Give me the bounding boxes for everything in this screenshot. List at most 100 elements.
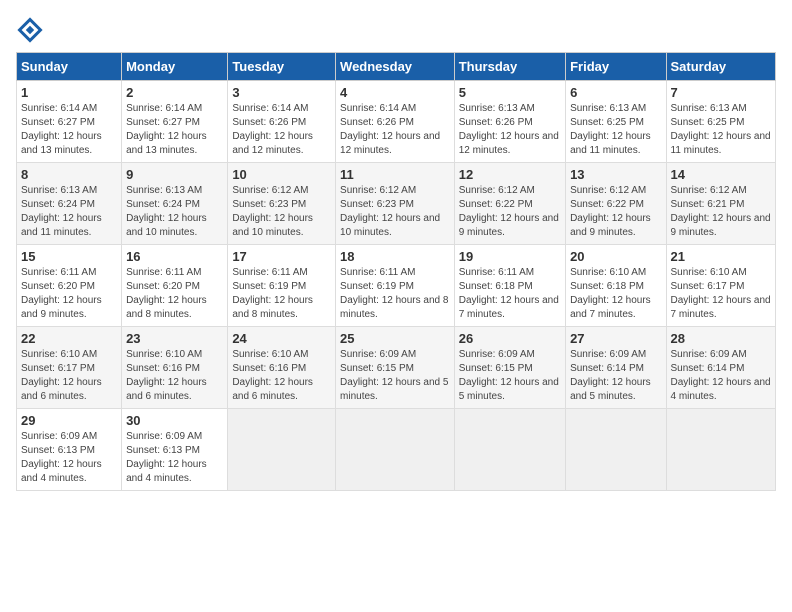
day-detail: Sunrise: 6:13 AMSunset: 6:24 PMDaylight:… bbox=[21, 185, 102, 238]
day-detail: Sunrise: 6:13 AMSunset: 6:24 PMDaylight:… bbox=[126, 185, 207, 238]
day-detail: Sunrise: 6:11 AMSunset: 6:20 PMDaylight:… bbox=[21, 267, 102, 320]
day-detail: Sunrise: 6:11 AMSunset: 6:19 PMDaylight:… bbox=[232, 267, 313, 320]
day-detail: Sunrise: 6:10 AMSunset: 6:17 PMDaylight:… bbox=[21, 349, 102, 402]
calendar-header-row: SundayMondayTuesdayWednesdayThursdayFrid… bbox=[17, 53, 776, 81]
day-detail: Sunrise: 6:10 AMSunset: 6:17 PMDaylight:… bbox=[671, 267, 771, 320]
header-tuesday: Tuesday bbox=[228, 53, 336, 81]
day-detail: Sunrise: 6:12 AMSunset: 6:23 PMDaylight:… bbox=[340, 185, 440, 238]
day-number: 5 bbox=[459, 85, 561, 100]
calendar-cell: 11 Sunrise: 6:12 AMSunset: 6:23 PMDaylig… bbox=[336, 163, 455, 245]
calendar-cell: 13 Sunrise: 6:12 AMSunset: 6:22 PMDaylig… bbox=[566, 163, 666, 245]
calendar-cell: 17 Sunrise: 6:11 AMSunset: 6:19 PMDaylig… bbox=[228, 245, 336, 327]
day-number: 7 bbox=[671, 85, 772, 100]
day-number: 21 bbox=[671, 249, 772, 264]
day-number: 27 bbox=[570, 331, 661, 346]
day-number: 29 bbox=[21, 413, 117, 428]
calendar-cell: 28 Sunrise: 6:09 AMSunset: 6:14 PMDaylig… bbox=[666, 327, 776, 409]
calendar-cell: 15 Sunrise: 6:11 AMSunset: 6:20 PMDaylig… bbox=[17, 245, 122, 327]
calendar-cell: 19 Sunrise: 6:11 AMSunset: 6:18 PMDaylig… bbox=[454, 245, 565, 327]
day-number: 6 bbox=[570, 85, 661, 100]
calendar-cell: 2 Sunrise: 6:14 AMSunset: 6:27 PMDayligh… bbox=[122, 81, 228, 163]
day-number: 19 bbox=[459, 249, 561, 264]
calendar-cell: 20 Sunrise: 6:10 AMSunset: 6:18 PMDaylig… bbox=[566, 245, 666, 327]
calendar-cell: 14 Sunrise: 6:12 AMSunset: 6:21 PMDaylig… bbox=[666, 163, 776, 245]
header-monday: Monday bbox=[122, 53, 228, 81]
logo-icon bbox=[16, 16, 44, 44]
calendar-cell: 7 Sunrise: 6:13 AMSunset: 6:25 PMDayligh… bbox=[666, 81, 776, 163]
day-number: 16 bbox=[126, 249, 223, 264]
header-sunday: Sunday bbox=[17, 53, 122, 81]
day-number: 4 bbox=[340, 85, 450, 100]
day-number: 30 bbox=[126, 413, 223, 428]
day-detail: Sunrise: 6:14 AMSunset: 6:27 PMDaylight:… bbox=[126, 103, 207, 156]
day-detail: Sunrise: 6:09 AMSunset: 6:14 PMDaylight:… bbox=[671, 349, 771, 402]
day-detail: Sunrise: 6:10 AMSunset: 6:16 PMDaylight:… bbox=[232, 349, 313, 402]
day-number: 9 bbox=[126, 167, 223, 182]
day-detail: Sunrise: 6:13 AMSunset: 6:26 PMDaylight:… bbox=[459, 103, 559, 156]
header-thursday: Thursday bbox=[454, 53, 565, 81]
calendar-cell: 3 Sunrise: 6:14 AMSunset: 6:26 PMDayligh… bbox=[228, 81, 336, 163]
day-detail: Sunrise: 6:11 AMSunset: 6:18 PMDaylight:… bbox=[459, 267, 559, 320]
day-detail: Sunrise: 6:14 AMSunset: 6:26 PMDaylight:… bbox=[340, 103, 440, 156]
week-row-1: 1 Sunrise: 6:14 AMSunset: 6:27 PMDayligh… bbox=[17, 81, 776, 163]
calendar-cell bbox=[228, 409, 336, 491]
day-number: 22 bbox=[21, 331, 117, 346]
day-detail: Sunrise: 6:09 AMSunset: 6:15 PMDaylight:… bbox=[340, 349, 448, 402]
day-number: 18 bbox=[340, 249, 450, 264]
calendar-cell: 21 Sunrise: 6:10 AMSunset: 6:17 PMDaylig… bbox=[666, 245, 776, 327]
day-detail: Sunrise: 6:09 AMSunset: 6:13 PMDaylight:… bbox=[126, 431, 207, 484]
week-row-2: 8 Sunrise: 6:13 AMSunset: 6:24 PMDayligh… bbox=[17, 163, 776, 245]
day-number: 28 bbox=[671, 331, 772, 346]
day-detail: Sunrise: 6:12 AMSunset: 6:22 PMDaylight:… bbox=[459, 185, 559, 238]
header-saturday: Saturday bbox=[666, 53, 776, 81]
day-number: 2 bbox=[126, 85, 223, 100]
calendar-table: SundayMondayTuesdayWednesdayThursdayFrid… bbox=[16, 52, 776, 491]
calendar-cell: 25 Sunrise: 6:09 AMSunset: 6:15 PMDaylig… bbox=[336, 327, 455, 409]
day-number: 10 bbox=[232, 167, 331, 182]
day-detail: Sunrise: 6:14 AMSunset: 6:26 PMDaylight:… bbox=[232, 103, 313, 156]
calendar-cell: 30 Sunrise: 6:09 AMSunset: 6:13 PMDaylig… bbox=[122, 409, 228, 491]
calendar-cell: 9 Sunrise: 6:13 AMSunset: 6:24 PMDayligh… bbox=[122, 163, 228, 245]
calendar-cell bbox=[336, 409, 455, 491]
header-wednesday: Wednesday bbox=[336, 53, 455, 81]
calendar-cell: 24 Sunrise: 6:10 AMSunset: 6:16 PMDaylig… bbox=[228, 327, 336, 409]
header-friday: Friday bbox=[566, 53, 666, 81]
day-detail: Sunrise: 6:09 AMSunset: 6:13 PMDaylight:… bbox=[21, 431, 102, 484]
day-number: 8 bbox=[21, 167, 117, 182]
page-header bbox=[16, 16, 776, 44]
day-number: 25 bbox=[340, 331, 450, 346]
day-detail: Sunrise: 6:11 AMSunset: 6:20 PMDaylight:… bbox=[126, 267, 207, 320]
week-row-5: 29 Sunrise: 6:09 AMSunset: 6:13 PMDaylig… bbox=[17, 409, 776, 491]
calendar-cell: 12 Sunrise: 6:12 AMSunset: 6:22 PMDaylig… bbox=[454, 163, 565, 245]
day-number: 1 bbox=[21, 85, 117, 100]
day-number: 13 bbox=[570, 167, 661, 182]
day-detail: Sunrise: 6:10 AMSunset: 6:18 PMDaylight:… bbox=[570, 267, 651, 320]
calendar-cell bbox=[566, 409, 666, 491]
calendar-cell: 16 Sunrise: 6:11 AMSunset: 6:20 PMDaylig… bbox=[122, 245, 228, 327]
calendar-cell bbox=[666, 409, 776, 491]
week-row-3: 15 Sunrise: 6:11 AMSunset: 6:20 PMDaylig… bbox=[17, 245, 776, 327]
day-detail: Sunrise: 6:11 AMSunset: 6:19 PMDaylight:… bbox=[340, 267, 448, 320]
calendar-cell: 29 Sunrise: 6:09 AMSunset: 6:13 PMDaylig… bbox=[17, 409, 122, 491]
calendar-cell: 27 Sunrise: 6:09 AMSunset: 6:14 PMDaylig… bbox=[566, 327, 666, 409]
calendar-cell: 10 Sunrise: 6:12 AMSunset: 6:23 PMDaylig… bbox=[228, 163, 336, 245]
calendar-cell: 18 Sunrise: 6:11 AMSunset: 6:19 PMDaylig… bbox=[336, 245, 455, 327]
day-detail: Sunrise: 6:14 AMSunset: 6:27 PMDaylight:… bbox=[21, 103, 102, 156]
week-row-4: 22 Sunrise: 6:10 AMSunset: 6:17 PMDaylig… bbox=[17, 327, 776, 409]
calendar-cell: 1 Sunrise: 6:14 AMSunset: 6:27 PMDayligh… bbox=[17, 81, 122, 163]
day-number: 24 bbox=[232, 331, 331, 346]
day-number: 14 bbox=[671, 167, 772, 182]
day-detail: Sunrise: 6:12 AMSunset: 6:22 PMDaylight:… bbox=[570, 185, 651, 238]
calendar-cell: 22 Sunrise: 6:10 AMSunset: 6:17 PMDaylig… bbox=[17, 327, 122, 409]
calendar-cell: 4 Sunrise: 6:14 AMSunset: 6:26 PMDayligh… bbox=[336, 81, 455, 163]
calendar-cell bbox=[454, 409, 565, 491]
calendar-cell: 6 Sunrise: 6:13 AMSunset: 6:25 PMDayligh… bbox=[566, 81, 666, 163]
day-number: 11 bbox=[340, 167, 450, 182]
calendar-cell: 5 Sunrise: 6:13 AMSunset: 6:26 PMDayligh… bbox=[454, 81, 565, 163]
day-number: 12 bbox=[459, 167, 561, 182]
day-number: 17 bbox=[232, 249, 331, 264]
day-detail: Sunrise: 6:10 AMSunset: 6:16 PMDaylight:… bbox=[126, 349, 207, 402]
day-number: 20 bbox=[570, 249, 661, 264]
calendar-cell: 8 Sunrise: 6:13 AMSunset: 6:24 PMDayligh… bbox=[17, 163, 122, 245]
day-number: 23 bbox=[126, 331, 223, 346]
